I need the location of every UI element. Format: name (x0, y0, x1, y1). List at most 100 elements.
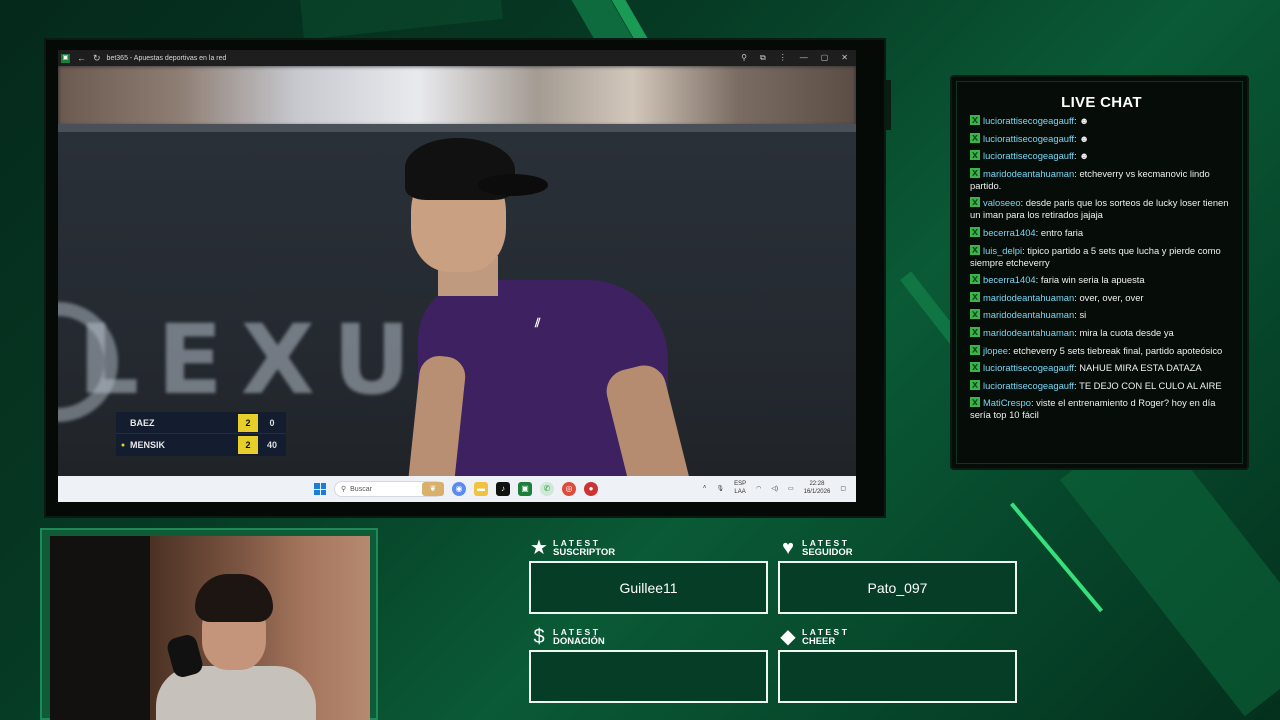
notification-icon[interactable]: ▢ (840, 485, 846, 492)
chat-message: luciorattisecogeagauff: NAHUE MIRA ESTA … (970, 362, 1232, 374)
kick-badge-icon (970, 291, 980, 302)
chat-message: luciorattisecogeagauff: ☻ (970, 150, 1232, 162)
player-points: 0 (269, 417, 275, 428)
maximize-icon[interactable]: ▢ (821, 53, 829, 63)
chat-username[interactable]: maridodeantahuaman (983, 309, 1074, 320)
kick-badge-icon (970, 132, 980, 143)
wifi-icon[interactable]: ◠ (756, 485, 761, 492)
chat-message: becerra1404: entro faria (970, 226, 1232, 239)
taskbar-search-placeholder: Buscar (350, 485, 372, 493)
bet365-app-icon[interactable]: ▣ (518, 482, 532, 496)
browser-titlebar: ▣ ← ↻ bet365 - Apuestas deportivas en la… (58, 50, 856, 66)
more-menu-icon[interactable]: ⋮ (779, 53, 787, 63)
language-indicator[interactable]: ESP LAA (734, 480, 746, 496)
chat-message: luciorattisecogeagauff: TE DEJO CON EL C… (970, 379, 1232, 392)
latest-seguidor-value: Pato_097 (867, 579, 928, 596)
volume-icon[interactable]: ◁) (771, 485, 778, 492)
latest-cheer-header: ◆ LATEST CHEER (778, 627, 849, 647)
chat-username[interactable]: luciorattisecogeagauff (983, 115, 1074, 126)
diamond-icon: ◆ (780, 626, 796, 648)
latest-seguidor-box: Pato_097 (778, 561, 1017, 614)
chat-text: TE DEJO CON EL CULO AL AIRE (1079, 379, 1222, 391)
latest-suscriptor-header: ★ LATEST SUSCRIPTOR (529, 538, 615, 558)
serve-indicator: ● (120, 441, 126, 449)
streamer-hair (195, 574, 273, 622)
chat-message-list[interactable]: luciorattisecogeagauff: ☻ luciorattisecog… (970, 115, 1232, 455)
minimize-icon[interactable]: — (800, 53, 808, 63)
chevron-up-icon[interactable]: ˄ (703, 485, 707, 491)
kick-badge-icon (970, 167, 980, 178)
microphone-icon[interactable]: 🎙 (716, 485, 724, 492)
kick-badge-icon (970, 197, 980, 208)
chat-text: entro faria (1040, 226, 1084, 238)
chat-username[interactable]: luis_delpi (983, 245, 1022, 256)
latest-suscriptor-value: Guillee11 (619, 579, 678, 596)
chat-text: mira la cuota desde ya (1079, 326, 1174, 338)
file-explorer-icon[interactable]: ▬ (474, 482, 488, 496)
alert-big-label: DONACIÓN (553, 636, 605, 647)
chat-message: luciorattisecogeagauff: ☻ (970, 132, 1232, 145)
app-icon[interactable]: ● (584, 482, 598, 496)
chat-username[interactable]: luciorattisecogeagauff (983, 133, 1074, 144)
browser-title: bet365 - Apuestas deportivas en la red (106, 54, 227, 62)
latest-donacion-header: $ LATEST DONACIÓN (529, 626, 605, 648)
chat-message: maridodeantahuaman: mira la cuota desde … (970, 326, 1232, 339)
chat-username[interactable]: maridodeantahuaman (983, 168, 1074, 179)
chat-username[interactable]: luciorattisecogeagauff (983, 362, 1074, 373)
chat-username[interactable]: valoseeo (983, 197, 1021, 208)
kick-badge-icon (970, 397, 980, 408)
latest-suscriptor-box: Guillee11 (529, 561, 768, 614)
kick-badge-icon (970, 362, 980, 373)
kick-badge-icon (970, 226, 980, 237)
kick-badge-icon (970, 344, 980, 355)
live-chat-panel: LIVE CHAT luciorattisecogeagauff: ☻ lucio… (950, 75, 1249, 470)
search-icon: ⚲ (341, 486, 347, 493)
score-row: ● MENSIK 2 40 (116, 434, 286, 456)
tennis-video[interactable]: LEXUS ⫽ BAEZ 2 0 ● MENSIK 2 40 (58, 66, 856, 476)
webcam-feed (50, 536, 370, 720)
chat-username[interactable]: luciorattisecogeagauff (983, 380, 1074, 391)
kick-badge-icon (970, 274, 980, 285)
chat-message: becerra1404: faria win seria la apuesta (970, 274, 1232, 286)
dollar-icon: $ (533, 626, 545, 648)
whatsapp-icon[interactable]: ✆ (540, 482, 554, 496)
back-icon[interactable]: ← (77, 53, 86, 63)
chat-message: maridodeantahuaman: over, over, over (970, 291, 1232, 304)
search-icon[interactable]: ⚲ (741, 53, 747, 63)
alert-big-label: SEGUIDOR (802, 547, 853, 558)
widget-icon[interactable]: ❦ (422, 482, 444, 496)
emote-icon: ☻ (1079, 132, 1090, 144)
chat-message: MatiCrespo: viste el entrenamiento d Rog… (970, 397, 1232, 421)
court-wall-edge (58, 124, 856, 132)
latest-cheer-box (778, 650, 1017, 703)
chat-username[interactable]: MatiCrespo (983, 397, 1031, 408)
score-row: BAEZ 2 0 (116, 412, 286, 434)
chat-username[interactable]: becerra1404 (983, 274, 1036, 285)
chat-username[interactable]: maridodeantahuaman (983, 327, 1074, 338)
chat-username[interactable]: maridodeantahuaman (983, 292, 1074, 303)
copilot-icon[interactable]: ◉ (452, 482, 466, 496)
clock[interactable]: 22:28 16/1/2026 (804, 480, 831, 496)
alert-big-label: SUSCRIPTOR (553, 547, 616, 558)
extension-icon[interactable]: ⧉ (760, 53, 766, 63)
kick-badge-icon (970, 379, 980, 390)
windows-taskbar: ⚲ Buscar ❦ ◉ ▬ ♪ ▣ ✆ ◎ ● ˄ 🎙 ESP LAA ◠ ◁… (58, 476, 856, 502)
chat-message: luciorattisecogeagauff: ☻ (970, 115, 1232, 127)
browser-window-frame: ▣ ← ↻ bet365 - Apuestas deportivas en la… (44, 38, 891, 518)
reload-icon[interactable]: ↻ (93, 53, 101, 64)
close-icon[interactable]: ✕ (841, 53, 848, 63)
browser-window: ▣ ← ↻ bet365 - Apuestas deportivas en la… (58, 50, 856, 502)
chat-username[interactable]: jlopee (983, 345, 1008, 356)
chrome-icon[interactable]: ◎ (562, 482, 576, 496)
kick-badge-icon (970, 115, 980, 125)
battery-icon[interactable]: ▭ (788, 485, 794, 492)
webcam-frame (40, 528, 378, 720)
scoreboard: BAEZ 2 0 ● MENSIK 2 40 (116, 412, 286, 456)
player-name: BAEZ (130, 417, 155, 428)
keyboard-layout: LAA (734, 489, 746, 495)
chat-username[interactable]: becerra1404 (983, 227, 1036, 238)
tiktok-icon[interactable]: ♪ (496, 482, 510, 496)
chat-username[interactable]: luciorattisecogeagauff (983, 150, 1074, 161)
windows-start-icon[interactable] (314, 483, 326, 495)
player-sets: 2 (238, 413, 258, 432)
